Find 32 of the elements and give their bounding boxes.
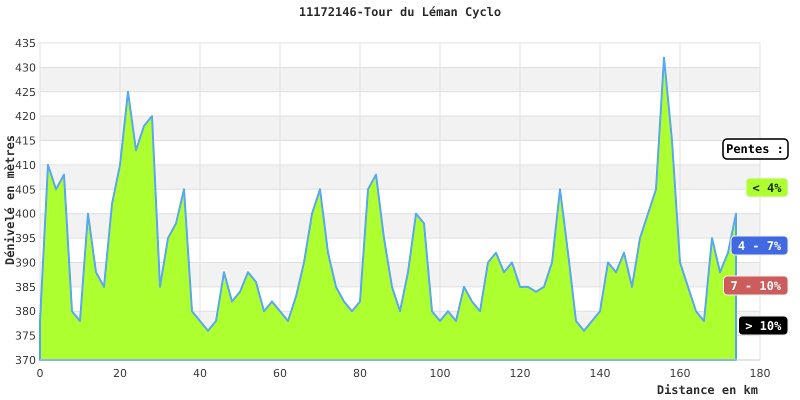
legend-item: 7 - 10% — [723, 276, 788, 296]
x-tick-label: 0 — [36, 367, 44, 380]
chart-title: 11172146-Tour du Léman Cyclo — [298, 5, 502, 19]
y-tick-label: 435 — [15, 37, 36, 50]
y-tick-label: 410 — [15, 158, 36, 172]
legend-item: > 10% — [738, 316, 788, 336]
y-tick-label: 375 — [15, 330, 36, 343]
y-tick-label: 395 — [15, 232, 36, 246]
y-tick-label: 380 — [15, 305, 36, 318]
y-tick-label: 425 — [15, 86, 36, 99]
y-tick-label: 405 — [15, 183, 36, 196]
x-tick-label: 40 — [193, 367, 207, 380]
y-tick-label: 400 — [15, 208, 36, 221]
x-tick-label: 160 — [670, 367, 690, 380]
y-tick-label: 370 — [15, 354, 36, 367]
x-tick-label: 60 — [273, 367, 287, 380]
y-tick-label: 385 — [15, 280, 36, 294]
legend-title: Pentes : — [722, 138, 789, 160]
x-axis-title: Distance en km — [656, 383, 758, 397]
x-tick-label: 20 — [113, 367, 127, 380]
y-axis-title: Dénivelé en mètres — [3, 134, 17, 266]
x-tick-label: 180 — [750, 367, 770, 380]
y-tick-label: 430 — [15, 61, 36, 74]
x-tick-label: 120 — [510, 367, 530, 380]
legend-item: 4 - 7% — [730, 236, 788, 256]
x-tick-label: 80 — [353, 367, 367, 380]
x-tick-label: 140 — [590, 367, 610, 380]
x-tick-label: 100 — [430, 367, 450, 380]
y-tick-label: 420 — [15, 110, 36, 124]
legend-item: < 4% — [746, 178, 788, 198]
y-tick-label: 415 — [15, 134, 36, 148]
y-tick-label: 390 — [15, 256, 36, 270]
